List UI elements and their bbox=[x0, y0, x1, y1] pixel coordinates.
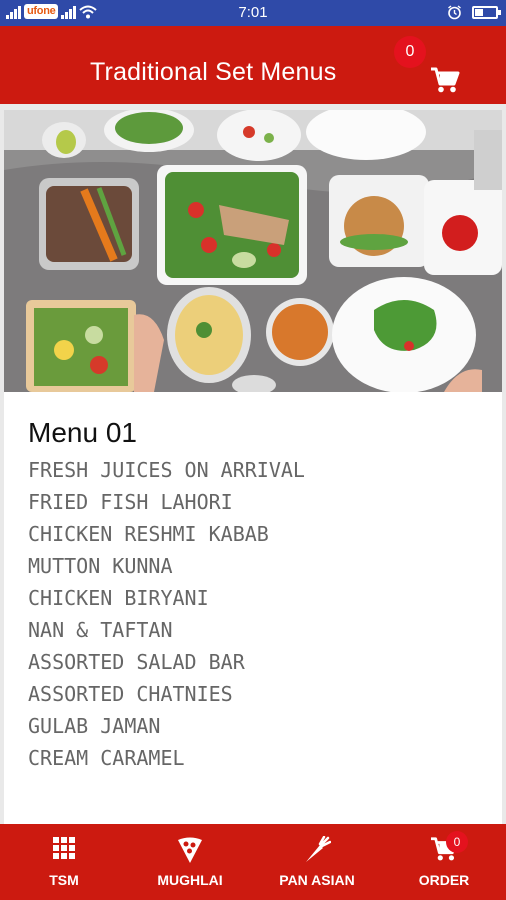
nav-label: ORDER bbox=[418, 872, 470, 888]
app-header: Traditional Set Menus 0 bbox=[0, 26, 506, 104]
menu-item: CHICKEN RESHMI KABAB bbox=[28, 522, 269, 546]
menu-item: GULAB JAMAN bbox=[28, 714, 161, 738]
menu-item: FRIED FISH LAHORI bbox=[28, 490, 233, 514]
order-count-badge: 0 bbox=[446, 831, 468, 853]
nav-mughlai[interactable]: MUGHLAI bbox=[140, 824, 240, 900]
menu-title: Menu 01 bbox=[28, 417, 137, 448]
menu-item: NAN & TAFTAN bbox=[28, 618, 173, 642]
bottom-nav: TSM MUGHLAI PAN ASIAN 0 ORDER bbox=[0, 824, 506, 900]
menu-card: Menu 01 FRESH JUICES ON ARRIVAL FRIED FI… bbox=[4, 110, 502, 824]
cart-count-badge: 0 bbox=[394, 36, 426, 68]
menu-item: ASSORTED SALAD BAR bbox=[28, 650, 245, 674]
nav-label: PAN ASIAN bbox=[279, 872, 355, 888]
nav-label: MUGHLAI bbox=[157, 872, 223, 888]
alarm-icon bbox=[448, 5, 461, 20]
menu-items-list: FRESH JUICES ON ARRIVAL FRIED FISH LAHOR… bbox=[28, 456, 318, 776]
grid-icon bbox=[53, 837, 75, 859]
nav-tsm[interactable]: TSM bbox=[14, 824, 114, 900]
menu-item: ASSORTED CHATNIES bbox=[28, 682, 233, 706]
menu-item: CREAM CARAMEL bbox=[28, 746, 185, 770]
cart-icon[interactable] bbox=[430, 66, 460, 94]
status-right bbox=[447, 5, 501, 20]
carrot-icon bbox=[306, 836, 331, 862]
menu-item: MUTTON KUNNA bbox=[28, 554, 173, 578]
battery-icon bbox=[472, 6, 501, 19]
status-bar: ufone 7:01 bbox=[0, 0, 506, 26]
page-title: Traditional Set Menus bbox=[90, 58, 337, 86]
nav-pan-asian[interactable]: PAN ASIAN bbox=[266, 824, 368, 900]
pizza-icon bbox=[178, 837, 202, 863]
hero-food-image bbox=[4, 110, 502, 392]
menu-item: FRESH JUICES ON ARRIVAL bbox=[28, 458, 305, 482]
nav-order[interactable]: 0 ORDER bbox=[394, 824, 494, 900]
status-time: 7:01 bbox=[238, 4, 268, 21]
nav-label: TSM bbox=[49, 872, 79, 888]
menu-item: CHICKEN BIRYANI bbox=[28, 586, 209, 610]
